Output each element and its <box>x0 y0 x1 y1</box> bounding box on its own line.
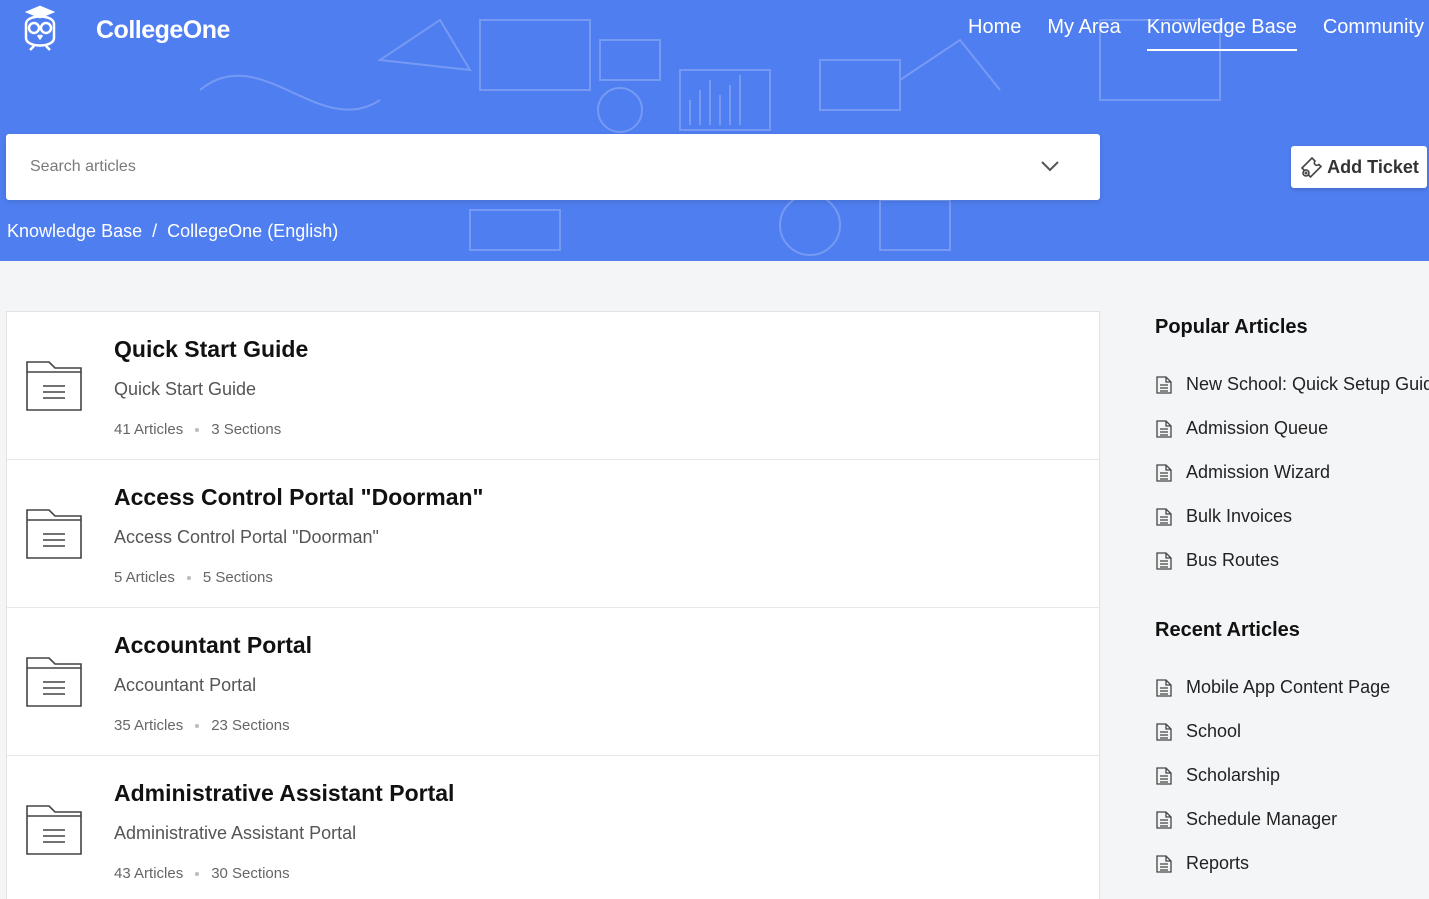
article-count: 43 Articles <box>114 865 184 882</box>
recent-article-item[interactable]: Scholarship <box>1156 765 1390 809</box>
search-input[interactable] <box>30 134 1010 200</box>
article-link[interactable]: Schedule Manager <box>1186 809 1337 830</box>
article-count: 35 Articles <box>114 717 184 734</box>
popular-article-item[interactable]: Bus Routes <box>1156 550 1429 594</box>
recent-article-item[interactable]: Schedule Manager <box>1156 809 1390 853</box>
breadcrumb: Knowledge Base / CollegeOne (English) <box>7 221 338 242</box>
article-count: 5 Articles <box>114 569 175 586</box>
article-link[interactable]: School <box>1186 721 1241 742</box>
nav-my-area[interactable]: My Area <box>1047 16 1120 51</box>
meta-separator <box>195 427 200 432</box>
category-description: Quick Start Guide <box>114 379 257 399</box>
category-item[interactable]: Accountant Portal Accountant Portal 35 A… <box>7 608 1099 756</box>
article-link[interactable]: New School: Quick Setup Guide <box>1186 374 1429 395</box>
popular-article-item[interactable]: Admission Wizard <box>1156 462 1429 506</box>
ticket-icon <box>1301 156 1323 179</box>
recent-article-item[interactable]: Mobile App Content Page <box>1156 677 1390 721</box>
nav-knowledge-base[interactable]: Knowledge Base <box>1146 16 1297 51</box>
article-link[interactable]: Bulk Invoices <box>1186 506 1292 527</box>
article-count: 41 Articles <box>114 421 184 438</box>
category-description: Access Control Portal "Doorman" <box>114 527 379 547</box>
add-ticket-label: Add Ticket <box>1327 156 1419 177</box>
breadcrumb-current[interactable]: CollegeOne (English) <box>167 221 338 242</box>
category-title[interactable]: Administrative Assistant Portal <box>114 780 454 807</box>
category-item[interactable]: Administrative Assistant Portal Administ… <box>7 756 1099 899</box>
chevron-down-icon[interactable] <box>1040 158 1060 174</box>
category-item[interactable]: Access Control Portal "Doorman" Access C… <box>7 460 1099 608</box>
document-icon <box>1156 855 1172 873</box>
category-title[interactable]: Quick Start Guide <box>114 336 308 363</box>
category-meta: 35 Articles 23 Sections <box>114 717 290 734</box>
document-icon <box>1156 723 1172 741</box>
category-item[interactable]: Quick Start Guide Quick Start Guide 41 A… <box>7 312 1099 460</box>
brand-name[interactable]: CollegeOne <box>96 16 230 45</box>
popular-article-item[interactable]: Admission Queue <box>1156 418 1429 462</box>
article-link[interactable]: Admission Wizard <box>1186 462 1330 483</box>
section-count: 5 Sections <box>202 569 273 586</box>
article-link[interactable]: Bus Routes <box>1186 550 1279 571</box>
category-title[interactable]: Access Control Portal "Doorman" <box>114 484 483 511</box>
main-nav: Home My Area Knowledge Base Community <box>968 16 1424 51</box>
popular-article-item[interactable]: Bulk Invoices <box>1156 506 1429 550</box>
document-icon <box>1156 552 1172 570</box>
meta-separator <box>186 575 191 580</box>
category-list: Quick Start Guide Quick Start Guide 41 A… <box>6 311 1100 899</box>
owl-logo-icon[interactable] <box>14 4 66 56</box>
nav-community[interactable]: Community <box>1323 16 1424 51</box>
category-description: Administrative Assistant Portal <box>114 823 357 843</box>
meta-separator <box>195 723 200 728</box>
recent-articles-title: Recent Articles <box>1155 619 1300 641</box>
document-icon <box>1156 376 1172 394</box>
article-link[interactable]: Mobile App Content Page <box>1186 677 1390 698</box>
document-icon <box>1156 679 1172 697</box>
folder-icon <box>26 805 82 855</box>
category-meta: 43 Articles 30 Sections <box>114 865 290 882</box>
section-count: 23 Sections <box>211 717 290 734</box>
category-meta: 41 Articles 3 Sections <box>114 421 281 438</box>
header-banner: CollegeOne Home My Area Knowledge Base C… <box>0 0 1429 261</box>
nav-home[interactable]: Home <box>968 16 1021 51</box>
document-icon <box>1156 767 1172 785</box>
section-count: 30 Sections <box>211 865 290 882</box>
section-count: 3 Sections <box>211 421 282 438</box>
folder-icon <box>26 657 82 707</box>
document-icon <box>1156 508 1172 526</box>
search-bar <box>6 134 1100 200</box>
popular-article-item[interactable]: New School: Quick Setup Guide <box>1156 374 1429 418</box>
folder-icon <box>26 361 82 411</box>
article-link[interactable]: Scholarship <box>1186 765 1280 786</box>
document-icon <box>1156 420 1172 438</box>
breadcrumb-knowledge-base[interactable]: Knowledge Base <box>7 221 142 242</box>
category-description: Accountant Portal <box>114 675 257 695</box>
recent-article-item[interactable]: Reports <box>1156 853 1390 897</box>
breadcrumb-separator: / <box>152 221 158 241</box>
category-title[interactable]: Accountant Portal <box>114 632 312 659</box>
meta-separator <box>195 871 200 876</box>
document-icon <box>1156 811 1172 829</box>
popular-articles-list: New School: Quick Setup Guide Admission … <box>1156 374 1429 594</box>
popular-articles-title: Popular Articles <box>1155 316 1308 338</box>
article-link[interactable]: Admission Queue <box>1186 418 1328 439</box>
add-ticket-button[interactable]: Add Ticket <box>1291 146 1427 188</box>
recent-article-item[interactable]: School <box>1156 721 1390 765</box>
category-meta: 5 Articles 5 Sections <box>114 569 273 586</box>
folder-icon <box>26 509 82 559</box>
recent-articles-list: Mobile App Content Page School Scholarsh… <box>1156 677 1390 897</box>
document-icon <box>1156 464 1172 482</box>
article-link[interactable]: Reports <box>1186 853 1249 874</box>
